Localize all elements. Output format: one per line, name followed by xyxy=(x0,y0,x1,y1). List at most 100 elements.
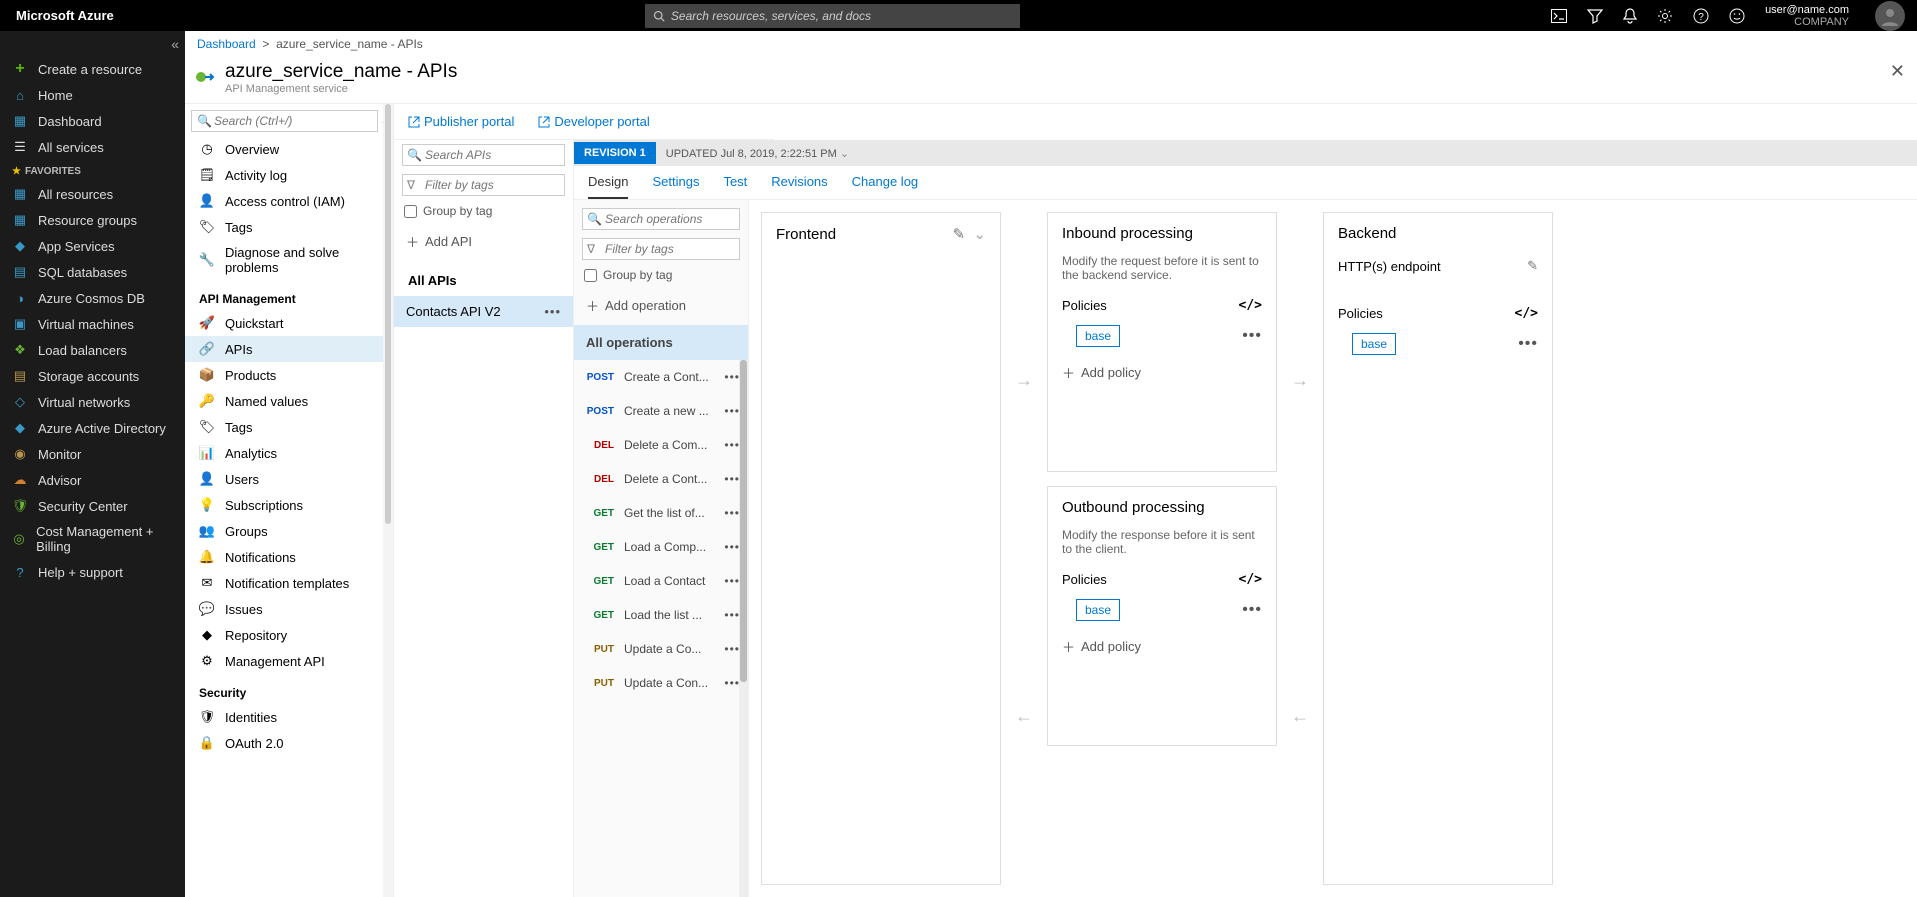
code-editor-icon[interactable]: </> xyxy=(1515,306,1538,321)
nav-all-services[interactable]: ☰All services xyxy=(0,134,185,160)
operation-item[interactable]: PUTUpdate a Co...••• xyxy=(574,632,748,666)
nav-fav-item[interactable]: ◆App Services xyxy=(0,233,185,259)
search-operations-input[interactable] xyxy=(582,208,740,230)
blade-item[interactable]: 👤Access control (IAM) xyxy=(185,188,393,214)
nav-fav-item[interactable]: ◇Virtual networks xyxy=(0,389,185,415)
blade-item[interactable]: ✉Notification templates xyxy=(185,570,393,596)
settings-icon[interactable] xyxy=(1657,8,1673,24)
code-editor-icon[interactable]: </> xyxy=(1239,572,1262,587)
nav-fav-item[interactable]: ▤SQL databases xyxy=(0,259,185,285)
blade-item[interactable]: 👤Users xyxy=(185,466,393,492)
tab-test[interactable]: Test xyxy=(723,174,747,199)
blade-item[interactable]: 🏷Tags xyxy=(185,214,393,240)
blade-item[interactable]: 🔗APIs xyxy=(185,336,393,362)
tab-design[interactable]: Design xyxy=(588,174,628,199)
operation-menu-icon[interactable]: ••• xyxy=(724,676,740,690)
chevron-down-icon[interactable]: ⌄ xyxy=(973,226,986,243)
tab-settings[interactable]: Settings xyxy=(652,174,699,199)
help-icon[interactable]: ? xyxy=(1693,8,1709,24)
all-apis-header[interactable]: All APIs xyxy=(394,261,573,296)
tab-revisions[interactable]: Revisions xyxy=(771,174,827,199)
blade-item[interactable]: 🔧Diagnose and solve problems xyxy=(185,240,393,280)
operation-item[interactable]: GETLoad a Contact••• xyxy=(574,564,748,598)
filter-icon[interactable] xyxy=(1587,8,1603,24)
add-inbound-policy-button[interactable]: ＋Add policy xyxy=(1048,353,1276,392)
operation-item[interactable]: POSTCreate a Cont...••• xyxy=(574,360,748,394)
nav-fav-item[interactable]: ◆Azure Active Directory xyxy=(0,415,185,441)
filter-operations-input[interactable] xyxy=(582,238,740,260)
add-outbound-policy-button[interactable]: ＋Add policy xyxy=(1048,627,1276,666)
policy-menu-icon[interactable]: ••• xyxy=(1242,327,1262,345)
developer-portal-link[interactable]: Developer portal xyxy=(538,114,649,129)
operation-item[interactable]: GETGet the list of...••• xyxy=(574,496,748,530)
operation-item[interactable]: POSTCreate a new ...••• xyxy=(574,394,748,428)
filter-apis-input[interactable] xyxy=(402,174,565,196)
base-policy-badge[interactable]: base xyxy=(1076,325,1120,347)
cloud-shell-icon[interactable] xyxy=(1551,9,1567,23)
base-policy-badge[interactable]: base xyxy=(1076,599,1120,621)
operation-menu-icon[interactable]: ••• xyxy=(724,506,740,520)
nav-home[interactable]: ⌂Home xyxy=(0,82,185,108)
blade-item[interactable]: 🔒OAuth 2.0 xyxy=(185,730,393,756)
edit-icon[interactable]: ✎ xyxy=(1527,258,1538,274)
operation-menu-icon[interactable]: ••• xyxy=(724,642,740,656)
search-apis-input[interactable] xyxy=(402,144,565,166)
operation-menu-icon[interactable]: ••• xyxy=(724,608,740,622)
global-search[interactable]: Search resources, services, and docs xyxy=(645,4,1020,28)
tab-change-log[interactable]: Change log xyxy=(852,174,919,199)
api-item-selected[interactable]: Contacts API V2 ••• xyxy=(394,296,573,327)
group-by-tag-apis[interactable]: Group by tag xyxy=(394,200,573,222)
blade-item[interactable]: ⚙Management API xyxy=(185,648,393,674)
add-api-button[interactable]: ＋Add API xyxy=(394,222,573,261)
nav-dashboard[interactable]: ▦Dashboard xyxy=(0,108,185,134)
blade-item[interactable]: 📦Products xyxy=(185,362,393,388)
nav-fav-item[interactable]: ◑Azure Cosmos DB xyxy=(0,285,185,311)
blade-item[interactable]: 🏷Tags xyxy=(185,414,393,440)
feedback-icon[interactable] xyxy=(1729,8,1745,24)
notifications-icon[interactable] xyxy=(1623,8,1637,24)
nav-fav-item[interactable]: ▦Resource groups xyxy=(0,207,185,233)
user-avatar[interactable] xyxy=(1875,1,1905,31)
publisher-portal-link[interactable]: Publisher portal xyxy=(408,114,514,129)
nav-fav-item[interactable]: 🛡Security Center xyxy=(0,493,185,519)
operation-item[interactable]: GETLoad a Comp...••• xyxy=(574,530,748,564)
blade-item[interactable]: 🗒Activity log xyxy=(185,162,393,188)
nav-fav-item[interactable]: ◉Monitor xyxy=(0,441,185,467)
nav-fav-item[interactable]: ▤Storage accounts xyxy=(0,363,185,389)
operation-menu-icon[interactable]: ••• xyxy=(724,438,740,452)
nav-fav-item[interactable]: ▦All resources xyxy=(0,181,185,207)
operation-menu-icon[interactable]: ••• xyxy=(724,574,740,588)
blade-scrollbar[interactable] xyxy=(383,104,393,897)
operation-menu-icon[interactable]: ••• xyxy=(724,370,740,384)
edit-icon[interactable]: ✎ xyxy=(953,226,966,243)
nav-fav-item[interactable]: ◎Cost Management + Billing xyxy=(0,519,185,559)
nav-fav-item[interactable]: ☁Advisor xyxy=(0,467,185,493)
operation-item[interactable]: GETLoad the list ...••• xyxy=(574,598,748,632)
close-blade-icon[interactable]: ✕ xyxy=(1890,61,1905,82)
blade-item[interactable]: 💬Issues xyxy=(185,596,393,622)
group-by-tag-ops[interactable]: Group by tag xyxy=(574,264,748,286)
blade-item[interactable]: 📊Analytics xyxy=(185,440,393,466)
api-item-menu-icon[interactable]: ••• xyxy=(544,304,561,319)
code-editor-icon[interactable]: </> xyxy=(1239,298,1262,313)
base-policy-badge[interactable]: base xyxy=(1352,333,1396,355)
operation-item[interactable]: DELDelete a Cont...••• xyxy=(574,462,748,496)
chevron-down-icon[interactable]: ⌄ xyxy=(840,148,849,160)
blade-search-input[interactable] xyxy=(191,110,378,132)
policy-menu-icon[interactable]: ••• xyxy=(1518,335,1538,353)
operation-item[interactable]: PUTUpdate a Con...••• xyxy=(574,666,748,700)
revision-badge[interactable]: REVISION 1 xyxy=(574,142,656,164)
blade-item[interactable]: 🔔Notifications xyxy=(185,544,393,570)
all-operations-header[interactable]: All operations xyxy=(574,325,748,360)
operation-item[interactable]: DELDelete a Com...••• xyxy=(574,428,748,462)
blade-item[interactable]: ◷Overview xyxy=(185,136,393,162)
blade-item[interactable]: 🔑Named values xyxy=(185,388,393,414)
breadcrumb-root[interactable]: Dashboard xyxy=(197,37,256,51)
ops-scrollbar[interactable] xyxy=(739,360,748,897)
blade-item[interactable]: 👥Groups xyxy=(185,518,393,544)
add-operation-button[interactable]: ＋Add operation xyxy=(574,286,748,325)
policy-menu-icon[interactable]: ••• xyxy=(1242,601,1262,619)
nav-collapse-icon[interactable]: « xyxy=(0,31,185,56)
blade-item[interactable]: 💡Subscriptions xyxy=(185,492,393,518)
user-block[interactable]: user@name.com COMPANY xyxy=(1765,4,1855,28)
